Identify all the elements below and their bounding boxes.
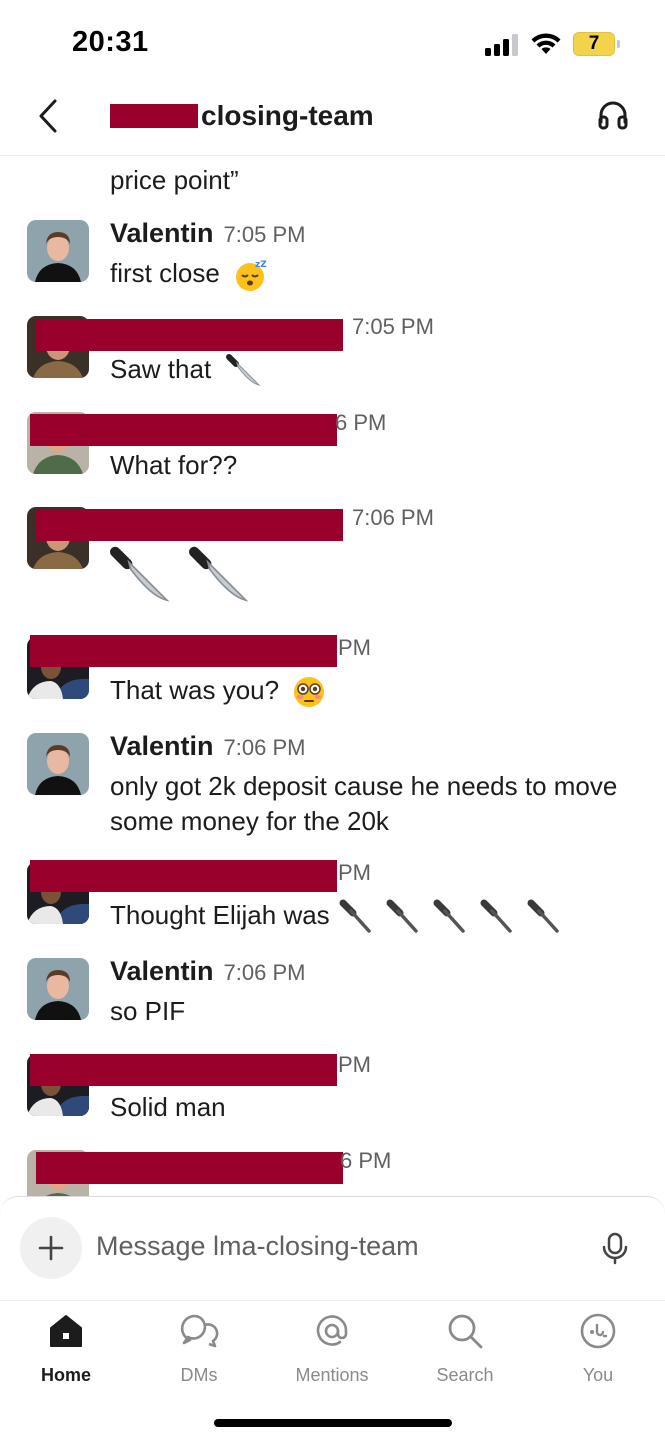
tab-label: You	[582, 1365, 614, 1385]
sender-name[interactable]: Valentin	[110, 731, 214, 762]
message-text: Solid man	[110, 1092, 226, 1122]
redaction-bar	[36, 509, 343, 541]
sleeping-face-icon: zZ	[236, 260, 267, 292]
microphone-icon[interactable]	[598, 1231, 632, 1265]
message-time: 7:06 PM	[223, 960, 306, 985]
home-icon	[50, 1315, 82, 1347]
plus-icon	[38, 1235, 64, 1261]
message-input[interactable]: Message lma-closing-team	[96, 1231, 419, 1262]
hammer-emoji-row	[339, 899, 567, 935]
message-text: Saw that	[110, 354, 212, 384]
tab-home[interactable]: Home	[11, 1311, 121, 1386]
channel-header: closing-team	[0, 88, 665, 156]
battery-icon: 7	[573, 32, 615, 56]
avatar[interactable]	[27, 958, 89, 1020]
message-time: 7:06 PM	[223, 735, 306, 760]
redaction-bar	[30, 414, 337, 446]
wifi-icon	[531, 33, 561, 54]
tab-mentions[interactable]: Mentions	[277, 1311, 387, 1386]
add-attachment-button[interactable]	[20, 1217, 82, 1279]
message-time: 6 PM	[340, 1148, 392, 1173]
tab-bar: Home DMs Mentions Search You	[0, 1300, 665, 1440]
status-bar: 20:31 7	[0, 0, 665, 88]
mentions-icon	[316, 1315, 348, 1346]
message-list[interactable]: price point” Valentin 7:05 PM first clos…	[0, 156, 665, 1196]
redaction-bar	[30, 1054, 337, 1086]
message-composer: Message lma-closing-team	[0, 1196, 665, 1300]
headphones-icon[interactable]	[596, 98, 630, 132]
message-time: 7:06 PM	[352, 505, 434, 530]
message-text: first close	[110, 258, 220, 288]
message-text: That was you?	[110, 675, 280, 705]
chevron-left-icon	[39, 99, 57, 133]
battery-tip	[617, 40, 620, 48]
message-time: PM	[338, 1052, 371, 1077]
knife-icon	[110, 546, 170, 602]
redaction-bar	[36, 1152, 343, 1184]
flushed-face-icon	[294, 677, 325, 708]
dms-icon	[180, 1314, 219, 1348]
message-text: Thought Elijah was	[110, 900, 330, 930]
search-icon	[448, 1314, 483, 1349]
you-icon	[580, 1313, 616, 1349]
avatar[interactable]	[27, 733, 89, 795]
redaction-bar	[30, 635, 337, 667]
sender-name[interactable]: Valentin	[110, 218, 214, 249]
sender-name[interactable]: Valentin	[110, 956, 214, 987]
redaction-bar	[36, 319, 343, 351]
knife-icon	[189, 546, 249, 602]
redaction-bar	[110, 104, 198, 128]
tab-label: Search	[436, 1365, 494, 1385]
message-text: only got 2k deposit cause he needs to mo…	[110, 771, 618, 836]
tab-label: Home	[40, 1365, 91, 1385]
channel-title[interactable]: closing-team	[110, 100, 374, 132]
cellular-signal-icon	[485, 34, 521, 56]
message-time: PM	[338, 860, 371, 885]
knife-icon	[226, 354, 261, 386]
tab-you[interactable]: You	[543, 1311, 653, 1386]
message-text: What for??	[110, 450, 238, 480]
tab-label: Mentions	[295, 1365, 369, 1385]
message-time: PM	[338, 635, 371, 660]
svg-text:zZ: zZ	[255, 260, 267, 270]
status-time: 20:31	[72, 26, 149, 58]
message-time: 7:05 PM	[352, 314, 434, 339]
tab-label: DMs	[180, 1365, 218, 1385]
avatar[interactable]	[27, 220, 89, 282]
tab-dms[interactable]: DMs	[144, 1311, 254, 1386]
redaction-bar	[30, 860, 337, 892]
battery-level: 7	[588, 33, 600, 54]
message-text: so PIF	[110, 996, 186, 1026]
channel-name: closing-team	[201, 100, 374, 131]
message-time: 6 PM	[335, 410, 387, 435]
tab-search[interactable]: Search	[410, 1311, 520, 1386]
message-time: 7:05 PM	[223, 222, 306, 247]
home-indicator	[214, 1419, 452, 1427]
back-button[interactable]	[30, 96, 66, 136]
partial-message-text: price point”	[110, 165, 239, 195]
